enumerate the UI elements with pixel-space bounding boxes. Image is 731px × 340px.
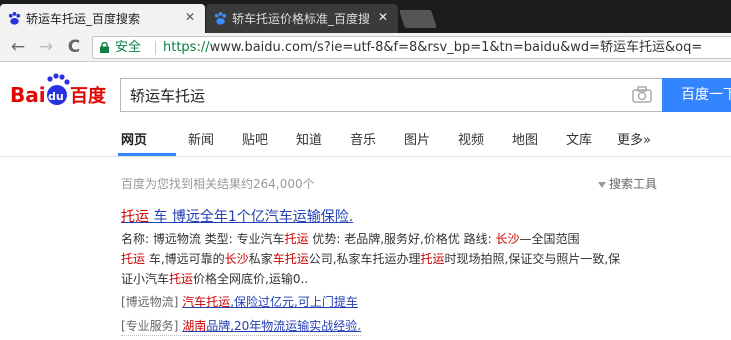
search-input[interactable]: 轿运车托运 [120, 78, 662, 112]
snippet-highlight: 托运 [284, 232, 309, 246]
logo-cn-text: 百度 [70, 85, 107, 107]
sitelink-row: [专业服务] 湖南品牌,20年物流运输实战经验. [121, 317, 361, 334]
sitelink-text: 品牌,20年物流运输实战经验. [206, 319, 362, 333]
url-path: www.baidu.com/s?ie=utf-8&f=8&rsv_bp=1&tn… [209, 40, 703, 55]
funnel-icon [598, 181, 606, 188]
snippet-text: 名称: 博远物流 类型: 专业汽车 [121, 232, 285, 246]
tab-title: 轿运车托运_百度搜索 [26, 12, 141, 26]
next-result-preview [121, 335, 361, 340]
snippet-text: 证小汽车 [121, 272, 170, 286]
sitelink-row: [博远物流] 汽车托运,保险过亿元,可上门提车 [121, 293, 358, 310]
search-tools-button[interactable]: 搜索工具 [598, 175, 657, 192]
result-count: 百度为您找到相关结果约264,000个 [121, 177, 315, 191]
snippet-highlight: 车托运 [272, 252, 309, 266]
snippet-text: 公司,私家车托运办理 [308, 252, 421, 266]
result-title-link[interactable]: 托运 车 博远全年1个亿汽车运输保险. [121, 206, 353, 226]
snippet-text: 时现场拍照,保证交与照片一致,保 [444, 252, 621, 266]
snippet-text: 价格全网底价,运输0.. [193, 272, 309, 286]
forward-arrow-icon[interactable]: → [36, 37, 56, 57]
sitelink-category: [博远物流] [121, 295, 179, 309]
tab-news[interactable]: 新闻 [188, 129, 214, 148]
sitelink[interactable]: 汽车托运,保险过亿元,可上门提车 [182, 295, 358, 309]
tab-inactive[interactable]: 轿车托运价格标准_百度搜 ✕ [206, 4, 398, 33]
snippet-text: 私家 [248, 252, 273, 266]
divider [155, 41, 156, 55]
snippet-text: 优势: 老品牌,服务好,价格优 路线: [308, 232, 496, 246]
snippet-highlight: 托运 [121, 252, 146, 266]
baidu-logo[interactable]: Bai du 百度 [10, 71, 110, 111]
sitelink[interactable]: 湖南品牌,20年物流运输实战经验. [182, 319, 361, 333]
camera-icon[interactable] [632, 86, 652, 103]
close-tab-icon[interactable]: ✕ [376, 10, 390, 24]
tab-images[interactable]: 图片 [404, 129, 430, 148]
tab-map[interactable]: 地图 [512, 129, 538, 148]
logo-bai-text: Bai [10, 83, 46, 107]
tab-tieba[interactable]: 贴吧 [242, 129, 268, 148]
snippet-highlight: 托运 [420, 252, 445, 266]
snippet-highlight: 长沙 [224, 252, 249, 266]
tab-music[interactable]: 音乐 [350, 129, 376, 148]
sitelink-text: ,保险过亿元,可上门提车 [230, 295, 358, 309]
search-button[interactable]: 百度一下 [662, 78, 731, 112]
tab-web[interactable]: 网页 [121, 129, 147, 148]
tab-title: 轿车托运价格标准_百度搜 [232, 12, 371, 26]
baidu-paw-icon [214, 11, 227, 25]
close-tab-icon[interactable]: ✕ [183, 10, 197, 24]
result-snippet-line: 托运 车,博远可靠的长沙私家车托运公司,私家车托运办理托运时现场拍照,保证交与照… [121, 250, 620, 267]
snippet-text: —全国范围 [519, 232, 580, 246]
tab-zhidao[interactable]: 知道 [296, 129, 322, 148]
new-tab-button[interactable] [399, 10, 437, 28]
snippet-highlight: 托运 [169, 272, 194, 286]
url-text[interactable]: https://www.baidu.com/s?ie=utf-8&f=8&rsv… [163, 37, 702, 58]
snippet-highlight: 长沙 [495, 232, 520, 246]
reload-icon[interactable]: C [64, 37, 84, 57]
tab-active[interactable]: 轿运车托运_百度搜索 ✕ [0, 4, 205, 33]
sitelink-highlight: 汽车托运 [182, 295, 231, 309]
active-tab-underline [118, 153, 176, 156]
browser-toolbar: ← → C 安全 https://www.baidu.com/s?ie=utf-… [0, 33, 731, 62]
sitelink-highlight: 湖南 [182, 319, 207, 333]
snippet-text: 车,博远可靠的 [145, 252, 225, 266]
result-snippet-line: 证小汽车托运价格全网底价,运输0.. [121, 270, 308, 287]
title-highlight: 托运 [121, 209, 149, 225]
back-arrow-icon[interactable]: ← [8, 37, 28, 57]
search-category-tabs: 网页 新闻 贴吧 知道 音乐 图片 视频 地图 文库 更多» [0, 120, 731, 157]
logo-du-text: du [48, 90, 64, 103]
address-bar[interactable]: 安全 https://www.baidu.com/s?ie=utf-8&f=8&… [92, 36, 731, 59]
search-query: 轿运车托运 [130, 87, 206, 105]
title-text: 车 博远全年1个亿汽车运输保险. [149, 209, 354, 225]
tab-wenku[interactable]: 文库 [566, 129, 592, 148]
sitelink-category: [专业服务] [121, 319, 179, 333]
search-tools-label: 搜索工具 [609, 177, 658, 191]
tab-video[interactable]: 视频 [458, 129, 484, 148]
baidu-paw-icon [8, 11, 21, 25]
result-snippet-line: 名称: 博远物流 类型: 专业汽车托运 优势: 老品牌,服务好,价格优 路线: … [121, 230, 580, 247]
secure-label: 安全 [115, 40, 142, 55]
tab-more[interactable]: 更多» [617, 129, 651, 148]
url-scheme: https:// [163, 40, 210, 55]
browser-tab-strip: 轿运车托运_百度搜索 ✕ 轿车托运价格标准_百度搜 ✕ [0, 0, 731, 33]
lock-icon [100, 42, 109, 53]
